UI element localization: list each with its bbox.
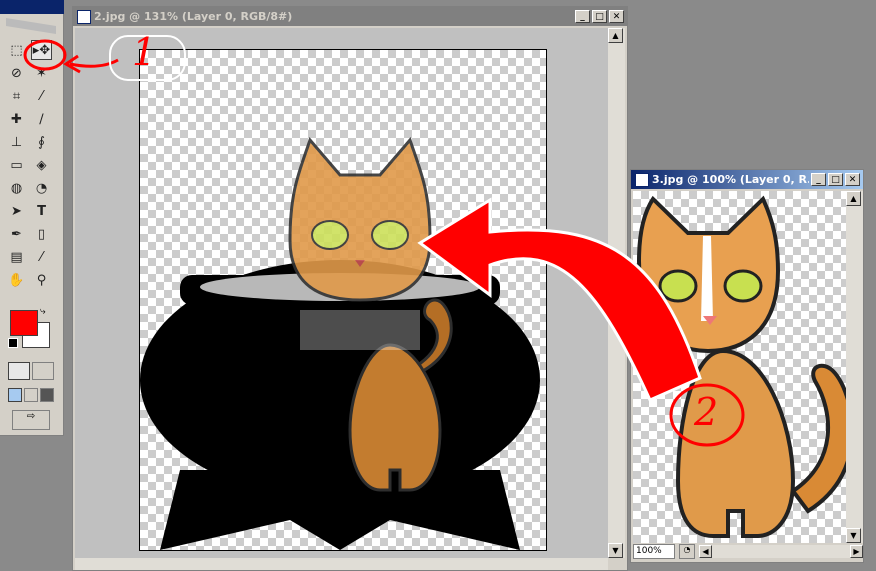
step2-arrow [417,197,702,402]
move-tool-highlight-circle [23,39,67,71]
annotation-layer [23,35,745,447]
step2-label: 2 [694,390,719,434]
step1-label: 1 [132,30,157,74]
